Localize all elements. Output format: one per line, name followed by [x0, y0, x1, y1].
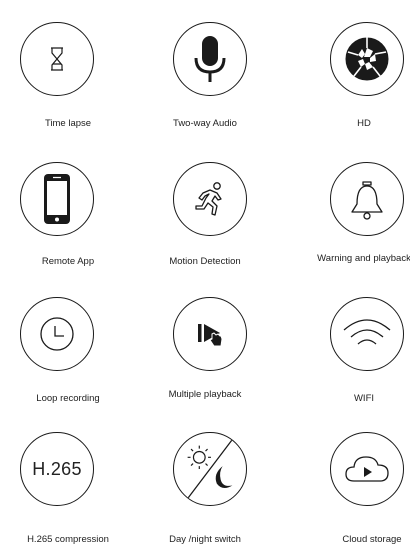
feature-label: Warning and playback [317, 253, 410, 264]
feature-time-lapse: Time lapse [0, 0, 136, 135]
feature-label: Motion Detection [169, 256, 241, 267]
feature-circle [330, 297, 404, 371]
feature-label: Two-way Audio [173, 118, 237, 129]
feature-wifi: WIFI [274, 275, 410, 410]
feature-circle [173, 432, 247, 506]
feature-two-way-audio: Two-way Audio [137, 0, 273, 135]
bell-icon [351, 181, 383, 220]
feature-circle: H.265 [20, 432, 94, 506]
feature-hd: HD [274, 0, 410, 135]
microphone-icon [194, 36, 226, 82]
wifi-icon [343, 319, 391, 345]
feature-circle [20, 297, 94, 371]
feature-label: Day /night switch [169, 534, 241, 545]
feature-label: Loop recording [36, 393, 100, 404]
feature-label: Cloud storage [342, 534, 402, 545]
running-person-icon [195, 182, 222, 216]
feature-circle [20, 22, 94, 96]
feature-remote-app: Remote App [0, 140, 136, 275]
camera-aperture-icon [344, 36, 390, 82]
cloud-play-icon [345, 456, 389, 482]
feature-label: Time lapse [44, 118, 92, 129]
feature-circle [330, 162, 404, 236]
play-pointer-icon [198, 324, 223, 347]
feature-loop-recording: Loop recording [0, 275, 136, 410]
smartphone-icon [44, 174, 70, 224]
feature-multiple-playback: Multiple playback [137, 275, 273, 410]
feature-circle [173, 162, 247, 236]
feature-cloud-storage: Cloud storage [274, 410, 410, 549]
feature-circle [173, 297, 247, 371]
feature-circle [20, 162, 94, 236]
feature-label: H.265 compression [27, 534, 109, 545]
feature-label: Multiple playback [168, 389, 242, 400]
feature-circle [330, 432, 404, 506]
feature-circle [173, 22, 247, 96]
h265-icon: H.265 [32, 458, 82, 479]
feature-motion-detection: Motion Detection [137, 140, 273, 275]
clock-icon [40, 317, 74, 351]
feature-label: WIFI [353, 393, 375, 404]
feature-label: HD [357, 118, 371, 129]
feature-warning-playback: Warning and playback [274, 140, 410, 275]
feature-circle [330, 22, 404, 96]
feature-label: Remote App [41, 256, 95, 267]
feature-day-night-switch: Day /night switch [137, 410, 273, 549]
sun-moon-icon [185, 436, 235, 502]
hourglass-icon [51, 47, 63, 71]
feature-h265-compression: H.265 H.265 compression [0, 410, 136, 549]
